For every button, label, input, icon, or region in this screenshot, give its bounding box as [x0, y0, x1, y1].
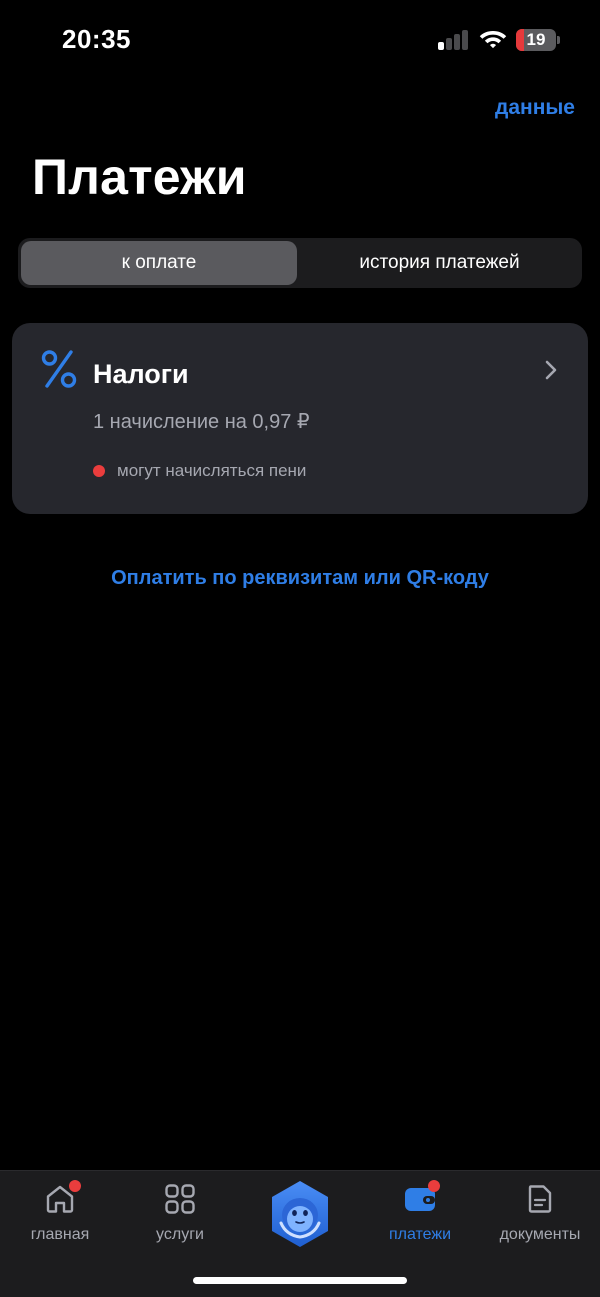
home-indicator — [193, 1277, 407, 1284]
tab-home-label: главная — [30, 1226, 90, 1243]
tab-payment-history[interactable]: история платежей — [300, 241, 579, 285]
home-badge — [69, 1180, 81, 1192]
data-link[interactable]: данные — [495, 96, 575, 120]
tab-home[interactable]: главная — [0, 1171, 120, 1261]
payments-screen: 20:35 19 данные Платежи к оплате история… — [0, 0, 600, 1297]
tab-services-label: услуги — [156, 1226, 204, 1243]
document-icon — [528, 1185, 552, 1213]
tab-documents[interactable]: документы — [480, 1171, 600, 1261]
battery-level: 19 — [526, 30, 546, 49]
grid-icon — [165, 1184, 195, 1214]
wifi-icon — [479, 31, 507, 49]
assistant-icon[interactable] — [268, 1179, 332, 1249]
cellular-signal-icon — [438, 30, 470, 50]
payments-badge — [428, 1180, 440, 1192]
page-title: Платежи — [32, 149, 247, 205]
tab-payments[interactable]: платежи — [360, 1171, 480, 1261]
charges-summary: 1 начисление на 0,97 ₽ — [93, 411, 310, 433]
tab-services[interactable]: услуги — [120, 1171, 240, 1261]
tab-documents-label: документы — [499, 1226, 581, 1243]
status-bar: 20:35 19 — [0, 0, 600, 80]
pay-by-details-link[interactable]: Оплатить по реквизитам или QR-коду — [0, 567, 600, 590]
battery-icon: 19 — [516, 29, 560, 51]
tab-to-pay[interactable]: к оплате — [21, 241, 297, 285]
status-time: 20:35 — [62, 24, 131, 54]
percent-icon — [41, 350, 77, 388]
chevron-right-icon — [545, 360, 557, 380]
card-title: Налоги — [93, 359, 189, 389]
tab-payments-label: платежи — [388, 1226, 452, 1243]
penalty-warning: могут начисляться пени — [117, 461, 307, 480]
taxes-card[interactable]: Налоги 1 начисление на 0,97 ₽ могут начи… — [12, 323, 588, 514]
warning-dot-icon — [93, 465, 105, 477]
segmented-control: к оплате история платежей — [18, 238, 582, 288]
